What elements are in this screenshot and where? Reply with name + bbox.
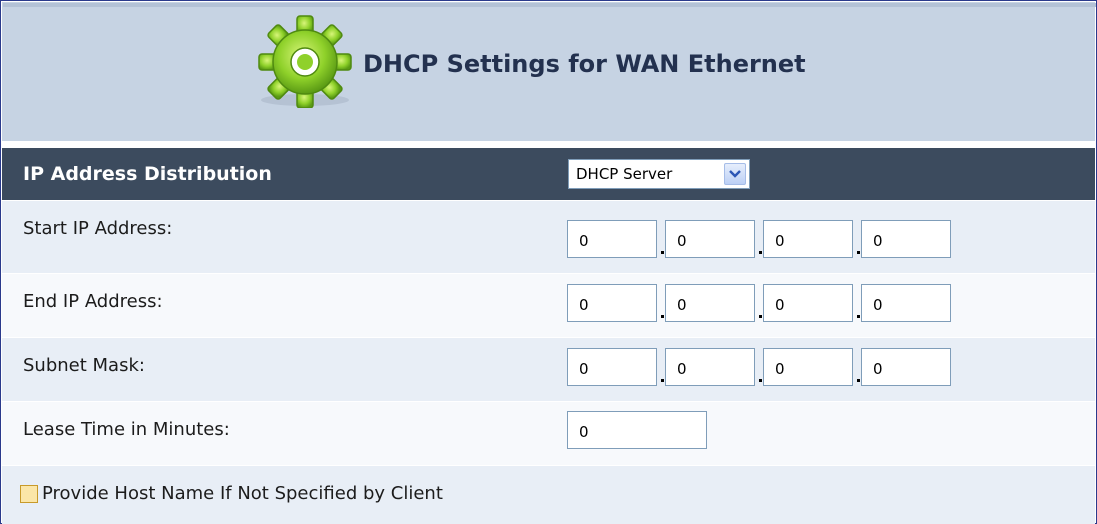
page-title: DHCP Settings for WAN Ethernet: [363, 50, 806, 78]
end-ip-octet-3[interactable]: 0: [763, 284, 853, 322]
start-ip-octet-3[interactable]: 0: [763, 220, 853, 258]
octet-separator: [759, 251, 762, 254]
end-ip-octet-2[interactable]: 0: [665, 284, 755, 322]
start-ip-octet-2[interactable]: 0: [665, 220, 755, 258]
start-ip-label: Start IP Address:: [23, 218, 173, 239]
ip-distribution-label: IP Address Distribution: [23, 163, 272, 185]
start-ip-row: Start IP Address: 0 0 0 0: [2, 200, 1095, 273]
chevron-down-icon[interactable]: [724, 163, 746, 185]
subnet-mask-label: Subnet Mask:: [23, 355, 145, 376]
octet-separator: [661, 315, 664, 318]
dhcp-settings-panel: DHCP Settings for WAN Ethernet IP Addres…: [0, 0, 1097, 524]
end-ip-octet-1[interactable]: 0: [567, 284, 657, 322]
octet-separator: [857, 379, 860, 382]
gear-icon: [258, 15, 352, 108]
subnet-mask-octet-3[interactable]: 0: [763, 348, 853, 386]
end-ip-row: End IP Address: 0 0 0 0: [2, 273, 1095, 337]
octet-separator: [661, 379, 664, 382]
octet-separator: [857, 251, 860, 254]
ip-distribution-select[interactable]: DHCP Server: [568, 159, 750, 189]
lease-time-label: Lease Time in Minutes:: [23, 419, 230, 440]
subnet-mask-octet-4[interactable]: 0: [861, 348, 951, 386]
octet-separator: [759, 379, 762, 382]
end-ip-octet-4[interactable]: 0: [861, 284, 951, 322]
provide-host-name-label[interactable]: Provide Host Name If Not Specified by Cl…: [42, 483, 443, 504]
lease-time-input[interactable]: 0: [567, 411, 707, 449]
lease-time-row: Lease Time in Minutes: 0: [2, 401, 1095, 465]
ip-distribution-row: IP Address Distribution DHCP Server: [2, 148, 1095, 200]
octet-separator: [857, 315, 860, 318]
subnet-mask-octet-1[interactable]: 0: [567, 348, 657, 386]
subnet-mask-octet-2[interactable]: 0: [665, 348, 755, 386]
end-ip-label: End IP Address:: [23, 291, 163, 312]
header-top-shade: [3, 3, 1096, 7]
ip-distribution-value: DHCP Server: [576, 165, 673, 183]
subnet-mask-row: Subnet Mask: 0 0 0 0: [2, 337, 1095, 401]
start-ip-octet-1[interactable]: 0: [567, 220, 657, 258]
start-ip-octet-4[interactable]: 0: [861, 220, 951, 258]
octet-separator: [759, 315, 762, 318]
header-divider: [2, 141, 1095, 148]
octet-separator: [661, 251, 664, 254]
panel-header: DHCP Settings for WAN Ethernet: [2, 2, 1096, 141]
provide-host-name-checkbox[interactable]: [20, 485, 38, 503]
provide-host-name-row: Provide Host Name If Not Specified by Cl…: [2, 465, 1095, 524]
